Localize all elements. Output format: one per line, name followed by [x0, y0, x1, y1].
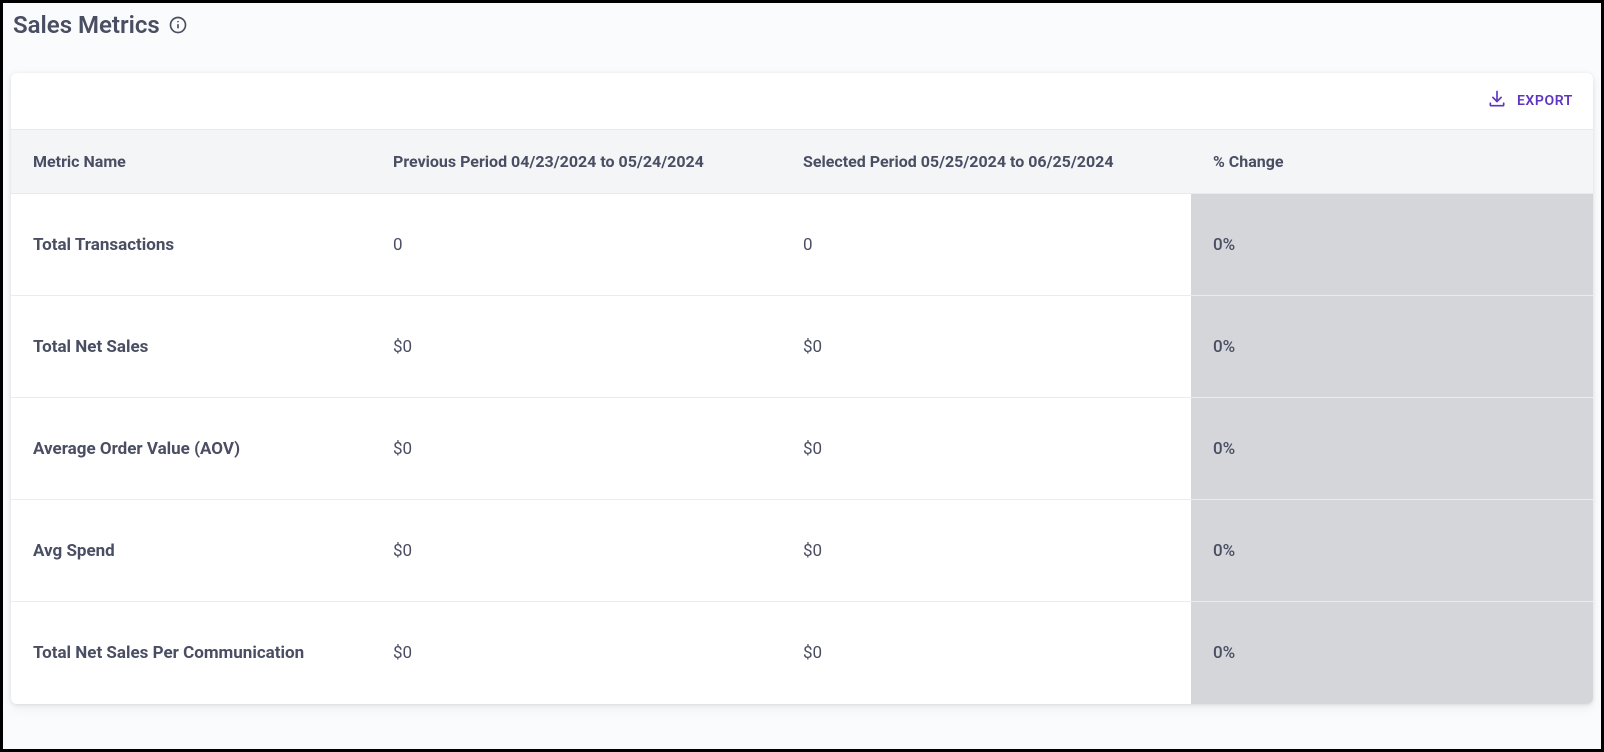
- metric-name-cell: Average Order Value (AOV): [11, 398, 371, 499]
- export-button-label: EXPORT: [1517, 93, 1573, 109]
- metric-name-cell: Avg Spend: [11, 500, 371, 601]
- metrics-card: EXPORT Metric Name Previous Period 04/23…: [11, 73, 1593, 704]
- export-button[interactable]: EXPORT: [1487, 89, 1573, 113]
- info-icon[interactable]: [168, 15, 188, 35]
- table-body: Total Transactions000%Total Net Sales$0$…: [11, 194, 1593, 704]
- previous-period-cell: $0: [371, 398, 781, 499]
- pct-change-cell: 0%: [1191, 398, 1593, 499]
- metric-name-cell: Total Net Sales Per Communication: [11, 602, 371, 704]
- table-row: Total Transactions000%: [11, 194, 1593, 296]
- page-heading: Sales Metrics: [13, 11, 1593, 39]
- previous-period-cell: $0: [371, 602, 781, 704]
- selected-period-cell: 0: [781, 194, 1191, 295]
- previous-period-cell: $0: [371, 296, 781, 397]
- table-row: Avg Spend$0$00%: [11, 500, 1593, 602]
- table-row: Total Net Sales$0$00%: [11, 296, 1593, 398]
- previous-period-cell: $0: [371, 500, 781, 601]
- download-icon: [1487, 89, 1507, 113]
- page-container: Sales Metrics EXPORT: [3, 3, 1601, 714]
- col-pct-change: % Change: [1191, 152, 1593, 171]
- pct-change-cell: 0%: [1191, 296, 1593, 397]
- pct-change-cell: 0%: [1191, 194, 1593, 295]
- card-toolbar: EXPORT: [11, 73, 1593, 129]
- col-previous-period: Previous Period 04/23/2024 to 05/24/2024: [371, 152, 781, 171]
- selected-period-cell: $0: [781, 500, 1191, 601]
- selected-period-cell: $0: [781, 398, 1191, 499]
- pct-change-cell: 0%: [1191, 602, 1593, 704]
- pct-change-cell: 0%: [1191, 500, 1593, 601]
- col-selected-period: Selected Period 05/25/2024 to 06/25/2024: [781, 152, 1191, 171]
- col-metric-name: Metric Name: [11, 152, 371, 171]
- table-header: Metric Name Previous Period 04/23/2024 t…: [11, 129, 1593, 194]
- previous-period-cell: 0: [371, 194, 781, 295]
- metric-name-cell: Total Transactions: [11, 194, 371, 295]
- table-row: Total Net Sales Per Communication$0$00%: [11, 602, 1593, 704]
- selected-period-cell: $0: [781, 602, 1191, 704]
- selected-period-cell: $0: [781, 296, 1191, 397]
- metric-name-cell: Total Net Sales: [11, 296, 371, 397]
- page-title: Sales Metrics: [13, 11, 160, 39]
- table-row: Average Order Value (AOV)$0$00%: [11, 398, 1593, 500]
